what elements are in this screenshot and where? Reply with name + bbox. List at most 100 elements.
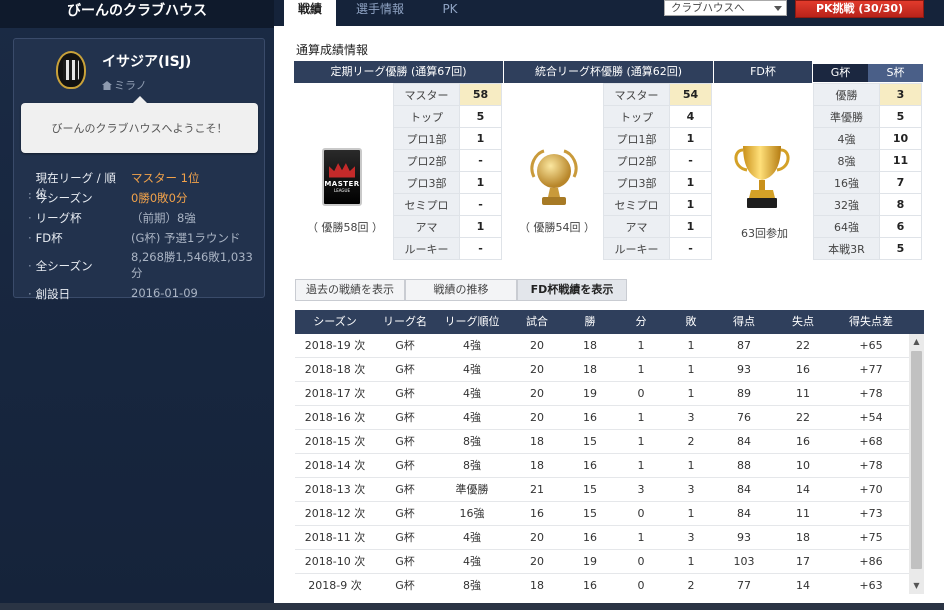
table-cell: 1 bbox=[687, 459, 695, 472]
clubhouse-select-label: クラブハウスへ bbox=[671, 2, 745, 14]
table-cell: 14 bbox=[796, 483, 810, 496]
info-value-league: マスター 1位 bbox=[131, 171, 200, 185]
table-cell: 3 bbox=[687, 483, 695, 496]
stat-row: プロ3部 1 bbox=[603, 171, 712, 194]
table-cell: +54 bbox=[859, 411, 883, 424]
stat-row: プロ2部 - bbox=[603, 149, 712, 172]
table-cell: 2018-18 次 bbox=[304, 363, 366, 376]
stat-label: 準優勝 bbox=[813, 105, 880, 128]
stat-label: 32強 bbox=[813, 193, 880, 216]
stat-label: ルーキー bbox=[603, 237, 670, 260]
column-header: リーグ名 bbox=[383, 315, 427, 328]
stat-row: 64強 6 bbox=[813, 215, 922, 238]
table-row: 2018-16 次 G杯 4強 20 16 1 3 76 22 +54 bbox=[295, 406, 909, 430]
table-row: 2018-14 次 G杯 8強 18 16 1 1 88 10 +78 bbox=[295, 454, 909, 478]
table-cell: +65 bbox=[859, 339, 883, 352]
history-table-body: 2018-19 次 G杯 4強 20 18 1 1 87 22 +65 2018-18 次 G杯 4強 2… bbox=[295, 334, 909, 594]
stat-value: - bbox=[459, 149, 502, 172]
table-cell: 16 bbox=[796, 435, 810, 448]
tab-player-info[interactable]: 選手情報 bbox=[346, 0, 414, 26]
table-cell: 18 bbox=[530, 459, 544, 472]
column-header: 得点 bbox=[733, 315, 755, 328]
tab-g-cup[interactable]: G杯 bbox=[813, 64, 868, 82]
table-cell: 0 bbox=[637, 579, 645, 592]
home-icon bbox=[102, 81, 112, 90]
table-cell: 1 bbox=[687, 387, 695, 400]
stat-value: - bbox=[669, 149, 712, 172]
table-cell: 2018-14 次 bbox=[304, 459, 366, 472]
info-value-league-cup: （前期）8強 bbox=[131, 211, 196, 225]
info-row-fd-cup: · FD杯 bbox=[28, 230, 124, 246]
table-cell: 77 bbox=[737, 579, 751, 592]
table-cell: 18 bbox=[530, 435, 544, 448]
table-cell: 準優勝 bbox=[455, 483, 489, 496]
table-cell: 20 bbox=[530, 411, 544, 424]
league-header: 定期リーグ優勝 (通算67回) bbox=[294, 61, 503, 83]
stat-value: 10 bbox=[879, 127, 922, 150]
tab-pk[interactable]: PK bbox=[424, 0, 476, 26]
column-header: 試合 bbox=[526, 315, 548, 328]
table-cell: 20 bbox=[530, 387, 544, 400]
table-cell: 1 bbox=[687, 507, 695, 520]
stat-row: 32強 8 bbox=[813, 193, 922, 216]
table-cell: 4強 bbox=[463, 387, 481, 400]
chevron-down-icon bbox=[774, 6, 782, 11]
column-header: 得失点差 bbox=[849, 315, 893, 328]
scroll-down-icon[interactable]: ▼ bbox=[909, 578, 924, 593]
stat-label: 4強 bbox=[813, 127, 880, 150]
ball-trophy-icon bbox=[530, 149, 578, 205]
table-cell: 10 bbox=[796, 459, 810, 472]
table-cell: 1 bbox=[637, 435, 645, 448]
stat-row: 優勝 3 bbox=[813, 83, 922, 106]
league-caption: （ 優勝58回 ） bbox=[307, 221, 383, 234]
scrollbar-thumb[interactable] bbox=[911, 351, 922, 569]
table-cell: 89 bbox=[737, 387, 751, 400]
table-row: 2018-13 次 G杯 準優勝 21 15 3 3 84 14 +70 bbox=[295, 478, 909, 502]
club-city: ミラノ bbox=[102, 77, 147, 93]
table-cell: 11 bbox=[796, 387, 810, 400]
stat-label: 16強 bbox=[813, 171, 880, 194]
stat-value: 1 bbox=[459, 127, 502, 150]
table-cell: 103 bbox=[733, 555, 755, 568]
stat-value: 3 bbox=[879, 83, 922, 106]
table-cell: +75 bbox=[859, 531, 883, 544]
stat-value: 54 bbox=[669, 83, 712, 106]
cup-trophy-icon bbox=[734, 146, 790, 208]
stat-label: 優勝 bbox=[813, 83, 880, 106]
tab-s-cup[interactable]: S杯 bbox=[868, 64, 923, 82]
table-cell: G杯 bbox=[395, 387, 415, 400]
table-cell: 76 bbox=[737, 411, 751, 424]
record-trend-button[interactable]: 戦績の推移 bbox=[405, 279, 517, 301]
table-cell: 14 bbox=[796, 579, 810, 592]
stat-row: セミプロ 1 bbox=[603, 193, 712, 216]
master-league-emblem: MASTER LEAGUE bbox=[322, 148, 362, 206]
table-cell: G杯 bbox=[395, 459, 415, 472]
info-value-founded: 2016-01-09 bbox=[131, 286, 198, 300]
table-cell: 1 bbox=[637, 531, 645, 544]
show-past-record-button[interactable]: 過去の戦績を表示 bbox=[295, 279, 405, 301]
table-cell: G杯 bbox=[395, 339, 415, 352]
pk-challenge-button[interactable]: PK挑戦 (30/30) bbox=[795, 0, 924, 18]
stat-label: 64強 bbox=[813, 215, 880, 238]
table-row: 2018-10 次 G杯 4強 20 19 0 1 103 17 +86 bbox=[295, 550, 909, 574]
table-cell: 4強 bbox=[463, 411, 481, 424]
stat-value: 1 bbox=[459, 171, 502, 194]
table-cell: G杯 bbox=[395, 531, 415, 544]
table-cell: G杯 bbox=[395, 411, 415, 424]
column-header: リーグ順位 bbox=[444, 315, 500, 328]
history-table-header: シーズン リーグ名 リーグ順位 試合 勝 分 敗 得点 失点 得失点差 bbox=[295, 310, 924, 334]
club-info-box: イサジア(ISJ) ミラノ びーんのクラブハウスへようこそ！ ·現在リーグ / … bbox=[13, 38, 265, 301]
scroll-up-icon[interactable]: ▲ bbox=[909, 334, 924, 349]
clubhouse-select[interactable]: クラブハウスへ bbox=[664, 0, 787, 16]
table-cell: 4強 bbox=[463, 339, 481, 352]
table-cell: 2018-10 次 bbox=[304, 555, 366, 568]
stat-row: アマ 1 bbox=[603, 215, 712, 238]
stat-label: マスター bbox=[393, 83, 460, 106]
table-cell: 2018-15 次 bbox=[304, 435, 366, 448]
show-fd-record-button[interactable]: FD杯戦績を表示 bbox=[517, 279, 627, 301]
table-row: 2018-9 次 G杯 8強 18 16 0 2 77 14 +63 bbox=[295, 574, 909, 594]
table-cell: 4強 bbox=[463, 555, 481, 568]
info-row-all-seasons: · 全シーズン bbox=[28, 258, 124, 274]
tab-record[interactable]: 戦績 bbox=[284, 0, 336, 26]
stat-row: トップ 4 bbox=[603, 105, 712, 128]
